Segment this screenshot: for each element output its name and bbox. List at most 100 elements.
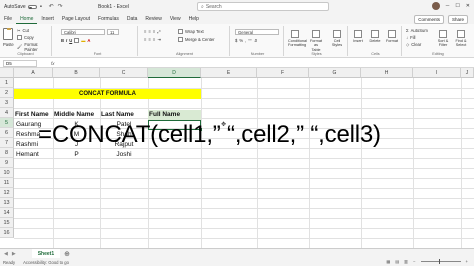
align-right-icon[interactable]: ≡	[153, 37, 155, 42]
row-header[interactable]: 9	[0, 158, 14, 168]
row-header[interactable]: 7	[0, 138, 14, 148]
orientation-icon[interactable]: ⤢	[157, 29, 160, 34]
italic-icon[interactable]: I	[66, 38, 67, 43]
fx-icon[interactable]: fx	[51, 61, 55, 66]
decrease-decimal-icon[interactable]: .0	[254, 38, 258, 43]
number-format-select[interactable]: General	[235, 29, 279, 35]
delete-cells-button[interactable]: Delete	[368, 30, 382, 43]
cell-last-name[interactable]: Joshi	[100, 150, 148, 160]
redo-icon[interactable]: ↷	[58, 4, 64, 10]
cell-first-name[interactable]: Reshma	[16, 130, 40, 140]
copy-button[interactable]: Copy	[17, 35, 34, 40]
tab-file[interactable]: File	[0, 14, 16, 24]
tab-insert[interactable]: Insert	[37, 14, 58, 24]
page-break-view-icon[interactable]: ▥	[404, 259, 408, 264]
underline-icon[interactable]: U	[69, 38, 72, 43]
page-layout-view-icon[interactable]: ▤	[395, 259, 399, 264]
row-header[interactable]: 6	[0, 128, 14, 138]
header-first-name[interactable]: First Name	[15, 110, 49, 120]
insert-cells-button[interactable]: Insert	[351, 30, 365, 43]
save-icon[interactable]: ▪	[40, 4, 46, 10]
fill-button[interactable]: ↓ Fill	[406, 35, 415, 40]
align-top-icon[interactable]: ≡	[144, 29, 146, 34]
align-center-icon[interactable]: ≡	[148, 37, 150, 42]
row-header[interactable]: 3	[0, 98, 14, 108]
fill-color-icon[interactable]: ▬	[81, 38, 85, 43]
font-name-select[interactable]: Calibri	[61, 29, 105, 35]
row-header[interactable]: 2	[0, 88, 14, 98]
row-header[interactable]: 1	[0, 78, 14, 88]
normal-view-icon[interactable]: ▦	[386, 259, 390, 264]
comma-icon[interactable]: ,	[245, 38, 246, 43]
zoom-slider[interactable]	[420, 259, 461, 264]
cell-first-name[interactable]: Rashmi	[16, 140, 38, 150]
zoom-out-icon[interactable]: −	[413, 259, 415, 264]
wrap-text-button[interactable]: Wrap Text	[178, 29, 204, 34]
tab-help[interactable]: Help	[185, 14, 203, 24]
column-header-a[interactable]: A	[14, 68, 53, 78]
minimize-icon[interactable]: ─	[446, 3, 450, 9]
tab-data[interactable]: Data	[123, 14, 142, 24]
column-header-f[interactable]: F	[257, 68, 309, 78]
row-header[interactable]: 11	[0, 178, 14, 188]
indent-icon[interactable]: ⇥	[157, 37, 161, 42]
row-header[interactable]: 13	[0, 198, 14, 208]
cut-button[interactable]: ✂ Cut	[17, 28, 29, 33]
maximize-icon[interactable]: ☐	[455, 3, 459, 9]
bold-icon[interactable]: B	[61, 38, 64, 43]
select-all-corner[interactable]	[0, 68, 14, 78]
column-header-d[interactable]: D	[148, 68, 201, 78]
tab-page-layout[interactable]: Page Layout	[58, 14, 94, 24]
comments-button[interactable]: Comments	[414, 15, 444, 24]
column-header-i[interactable]: I	[413, 68, 461, 78]
format-as-table-button[interactable]: Format as Table	[309, 30, 323, 52]
tab-home[interactable]: Home	[16, 14, 38, 24]
close-icon[interactable]: ✕	[466, 3, 470, 9]
column-header-j[interactable]: J	[461, 68, 474, 78]
add-sheet-icon[interactable]: ⊕	[64, 250, 70, 258]
paste-icon[interactable]	[3, 27, 13, 40]
share-button[interactable]: Share	[447, 15, 468, 24]
find-select-button[interactable]: Find & Select	[454, 30, 468, 48]
column-header-b[interactable]: B	[53, 68, 100, 78]
conditional-formatting-button[interactable]: Conditional Formatting	[288, 30, 307, 48]
name-box[interactable]: D5	[3, 59, 37, 67]
row-header[interactable]: 5	[0, 118, 14, 128]
zoom-in-icon[interactable]: +	[466, 259, 468, 264]
autosave-toggle[interactable]	[27, 5, 37, 9]
header-middle-name[interactable]: Middle Name	[54, 110, 94, 120]
row-header[interactable]: 16	[0, 228, 14, 238]
column-header-e[interactable]: E	[201, 68, 257, 78]
autosum-button[interactable]: Σ AutoSum	[406, 28, 428, 33]
align-bottom-icon[interactable]: ≡	[153, 29, 155, 34]
align-middle-icon[interactable]: ≡	[148, 29, 150, 34]
font-color-icon[interactable]: A	[87, 38, 90, 43]
row-header[interactable]: 10	[0, 168, 14, 178]
format-painter-button[interactable]: 🖌 Format Painter	[17, 42, 51, 52]
row-header[interactable]: 14	[0, 208, 14, 218]
row-header[interactable]: 15	[0, 218, 14, 228]
borders-icon[interactable]	[74, 38, 80, 43]
align-left-icon[interactable]: ≡	[144, 37, 146, 42]
column-header-g[interactable]: G	[309, 68, 361, 78]
cell-middle-name[interactable]: P	[53, 150, 100, 160]
increase-decimal-icon[interactable]: ⁰⁰	[248, 38, 251, 43]
row-header[interactable]: 8	[0, 148, 14, 158]
search-box[interactable]: ⌕ Search	[197, 2, 329, 11]
tab-review[interactable]: Review	[141, 14, 165, 24]
cell-styles-button[interactable]: Cell Styles	[330, 30, 344, 48]
sort-filter-button[interactable]: Sort & Filter	[436, 30, 450, 48]
cell-first-name[interactable]: Hemant	[16, 150, 39, 160]
row-header[interactable]: 4	[0, 108, 14, 118]
font-size-select[interactable]: 11	[107, 29, 119, 35]
column-header-h[interactable]: H	[361, 68, 413, 78]
next-sheet-icon[interactable]: ▶	[12, 251, 16, 257]
tab-formulas[interactable]: Formulas	[94, 14, 123, 24]
prev-sheet-icon[interactable]: ◀	[4, 251, 8, 257]
sheet-tab-sheet1[interactable]: Sheet1	[31, 248, 61, 259]
autosave-control[interactable]: AutoSave	[4, 4, 37, 10]
avatar[interactable]	[431, 2, 440, 10]
undo-icon[interactable]: ↶	[49, 4, 55, 10]
header-full-name[interactable]: Full Name	[149, 110, 180, 120]
tab-view[interactable]: View	[166, 14, 185, 24]
